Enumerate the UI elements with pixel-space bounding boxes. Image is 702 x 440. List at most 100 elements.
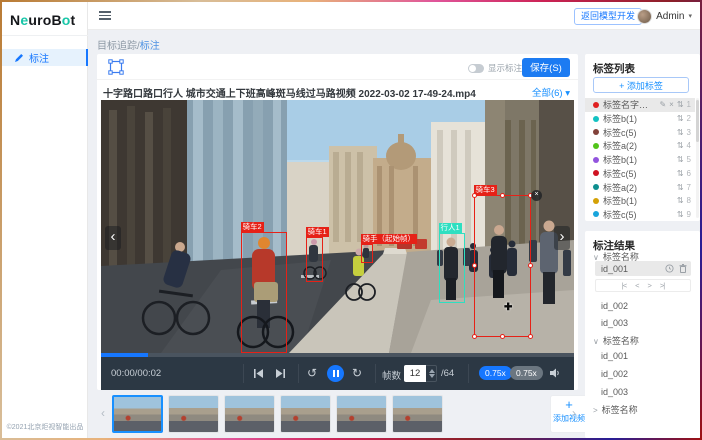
bbox-label: 行人1 xyxy=(439,223,462,233)
filmstrip: ‹ + 添加视频 › xyxy=(97,392,578,438)
speed-pill-active[interactable]: 0.75x xyxy=(479,366,512,380)
show-annotation-toggle[interactable] xyxy=(468,64,484,73)
result-group-3[interactable]: >标签名称 xyxy=(593,403,638,416)
bbox-label: 骑车1 xyxy=(306,227,329,237)
sort-icon[interactable]: ⇅ xyxy=(677,196,684,205)
video-thumbnail-3[interactable] xyxy=(224,395,275,433)
add-label-button[interactable]: + 添加标签 xyxy=(593,77,689,93)
sort-icon[interactable]: ⇅ xyxy=(677,210,684,219)
add-video-button[interactable]: + 添加视频 xyxy=(550,395,588,433)
sort-icon[interactable]: ⇅ xyxy=(677,100,684,109)
video-title-row: 十字路口路口行人 城市交通上下班高峰斑马线过马路视频 2022-03-02 17… xyxy=(97,80,578,100)
result-group-2[interactable]: ∨标签名称 xyxy=(593,334,639,347)
video-thumbnail-5[interactable] xyxy=(336,395,387,433)
breadcrumb-parent[interactable]: 目标追踪 xyxy=(97,41,137,52)
result-item[interactable]: id_002 xyxy=(601,369,628,379)
label-color-dot xyxy=(593,157,599,163)
label-row-9[interactable]: 标签c(5) ⇅ 9 xyxy=(585,208,695,222)
label-row-5[interactable]: 标签b(1) ⇅ 5 xyxy=(585,153,695,167)
page-prev-button[interactable]: < xyxy=(635,281,638,290)
frame-number-input[interactable] xyxy=(404,365,426,382)
page-first-button[interactable]: |< xyxy=(622,281,626,290)
back-to-model-dev-button[interactable]: 返回模型开发 xyxy=(574,8,642,25)
sort-icon[interactable]: ⇅ xyxy=(677,128,684,137)
annotation-results-panel: 标注结果 ∨标签名称 id_001 |< < > >| id_002 id_00… xyxy=(585,231,700,438)
label-filter-dropdown[interactable]: 全部(6) ▾ xyxy=(532,85,570,99)
annotation-toolbar: 显示标注 保存(S) xyxy=(97,54,578,80)
bbox-rider2[interactable]: 骑车2 xyxy=(241,232,287,353)
volume-icon[interactable] xyxy=(549,367,561,379)
result-item[interactable]: id_003 xyxy=(601,318,628,328)
sort-icon[interactable]: ⇅ xyxy=(677,183,684,192)
page-last-button[interactable]: >| xyxy=(660,281,664,290)
result-item[interactable]: id_003 xyxy=(601,387,628,397)
frame-total-label: /64 xyxy=(441,368,454,379)
rewind-10-icon[interactable]: ↺ xyxy=(307,366,317,380)
video-title: 十字路口路口行人 城市交通上下班高峰斑马线过马路视频 2022-03-02 17… xyxy=(103,85,476,100)
stepper-down-icon[interactable] xyxy=(429,374,435,378)
prev-frame-icon[interactable] xyxy=(253,368,264,379)
stepper-up-icon[interactable] xyxy=(429,369,435,373)
resize-handle[interactable] xyxy=(500,193,505,198)
speed-pill-secondary[interactable]: 0.75x xyxy=(510,366,543,380)
pause-button[interactable] xyxy=(327,365,344,382)
bbox-rider1[interactable]: 骑车1 xyxy=(306,237,323,282)
sort-icon[interactable]: ⇅ xyxy=(677,141,684,150)
annotation-main-panel: 显示标注 保存(S) 十字路口路口行人 城市交通上下班高峰斑马线过马路视频 20… xyxy=(97,54,578,390)
result-item-id001-selected[interactable]: id_001 xyxy=(595,261,691,276)
save-button[interactable]: 保存(S) xyxy=(522,58,570,77)
forward-10-icon[interactable]: ↻ xyxy=(352,366,362,380)
label-row-2[interactable]: 标签b(1) ⇅ 2 xyxy=(585,112,695,126)
next-frame-icon[interactable] xyxy=(275,368,286,379)
user-menu[interactable]: Admin ▾ xyxy=(637,8,692,24)
label-color-dot xyxy=(593,198,599,204)
bbox-pedestrian1[interactable]: 行人1 xyxy=(439,233,465,303)
label-row-6[interactable]: 标签c(5) ⇅ 6 xyxy=(585,167,695,181)
result-item[interactable]: id_002 xyxy=(601,301,628,311)
scrollbar-thumb[interactable] xyxy=(696,100,699,142)
label-row-1[interactable]: 标签名字最长数... ✎ × ⇅ 1 xyxy=(585,98,695,112)
sort-icon[interactable]: ⇅ xyxy=(677,155,684,164)
label-row-8[interactable]: 标签b(1) ⇅ 8 xyxy=(585,194,695,208)
resize-handle[interactable] xyxy=(528,334,533,339)
resize-handle[interactable] xyxy=(472,263,477,268)
time-display: 00:00/00:02 xyxy=(111,368,161,379)
result-item[interactable]: id_001 xyxy=(601,351,628,361)
edit-label-icon[interactable]: ✎ xyxy=(659,100,666,109)
label-row-3[interactable]: 标签c(5) ⇅ 3 xyxy=(585,125,695,139)
label-row-7[interactable]: 标签a(2) ⇅ 7 xyxy=(585,180,695,194)
sidebar-item-annotate[interactable]: 标注 xyxy=(2,49,88,66)
rect-select-tool-icon[interactable] xyxy=(108,59,124,75)
label-color-dot xyxy=(593,102,599,108)
trash-icon[interactable] xyxy=(679,264,687,273)
copyright-footer: ©2021北京炬视智能出品 xyxy=(2,422,88,432)
video-thumbnail-4[interactable] xyxy=(280,395,331,433)
sort-icon[interactable]: ⇅ xyxy=(677,169,684,178)
video-thumbnail-6[interactable] xyxy=(392,395,443,433)
strip-prev-arrow[interactable]: ‹ xyxy=(101,406,105,420)
prev-video-arrow[interactable]: ‹ xyxy=(105,226,121,250)
label-row-4[interactable]: 标签a(2) ⇅ 4 xyxy=(585,139,695,153)
bbox-rider3-selected[interactable]: 骑车3 × xyxy=(474,195,531,337)
page-next-button[interactable]: > xyxy=(648,281,651,290)
strip-next-arrow[interactable]: › xyxy=(572,406,576,420)
sort-icon[interactable]: ⇅ xyxy=(677,114,684,123)
delete-label-icon[interactable]: × xyxy=(669,100,674,109)
menu-collapse-icon[interactable] xyxy=(99,11,111,21)
resize-handle[interactable] xyxy=(472,193,477,198)
video-canvas[interactable]: 骑车2 骑车1 骑手（起始帧） 行人1 骑车3 × xyxy=(101,100,574,353)
locate-icon[interactable] xyxy=(665,264,674,273)
label-color-dot xyxy=(593,129,599,135)
delete-box-icon[interactable]: × xyxy=(531,190,542,201)
video-thumbnail-2[interactable] xyxy=(168,395,219,433)
resize-handle[interactable] xyxy=(500,334,505,339)
scrollbar[interactable] xyxy=(696,98,699,218)
avatar xyxy=(637,9,652,24)
resize-handle[interactable] xyxy=(472,334,477,339)
bbox-label: 骑车2 xyxy=(241,222,264,232)
label-color-dot xyxy=(593,211,599,217)
video-thumbnail-1[interactable] xyxy=(112,395,163,433)
resize-handle[interactable] xyxy=(528,263,533,268)
bbox-rider-startframe[interactable]: 骑手（起始帧） xyxy=(361,244,373,263)
next-video-arrow[interactable]: › xyxy=(554,226,570,250)
